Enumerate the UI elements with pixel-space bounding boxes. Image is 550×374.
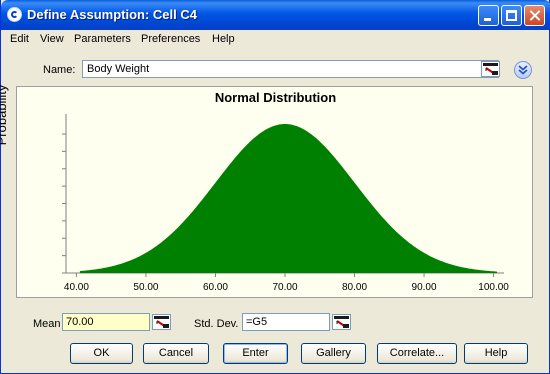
x-tick-label: 50.00 [133,282,159,293]
gallery-button[interactable]: Gallery [301,343,366,364]
std-dev-field[interactable]: =G5 [242,313,330,331]
cell-reference-icon[interactable] [332,314,351,330]
x-tick-label: 40.00 [63,282,89,293]
x-tick-label: 80.00 [342,282,368,293]
mean-field[interactable]: 70.00 [62,313,150,331]
x-tick-label: 100.00 [478,282,509,293]
ok-button[interactable]: OK [70,343,133,364]
std-dev-label: Std. Dev. [194,318,239,330]
help-button[interactable]: Help [464,343,528,364]
dialog-window: Define Assumption: Cell C4 Edit View Par… [0,0,550,374]
correlate-button[interactable]: Correlate... [377,343,457,364]
cancel-button[interactable]: Cancel [143,343,209,364]
enter-button[interactable]: Enter [223,343,288,364]
mean-label: Mean [33,318,61,330]
cell-reference-icon[interactable] [152,314,171,330]
x-tick-label: 60.00 [202,282,228,293]
normal-distribution-area [79,124,498,273]
x-tick-label: 70.00 [272,282,298,293]
x-tick-label: 90.00 [411,282,437,293]
